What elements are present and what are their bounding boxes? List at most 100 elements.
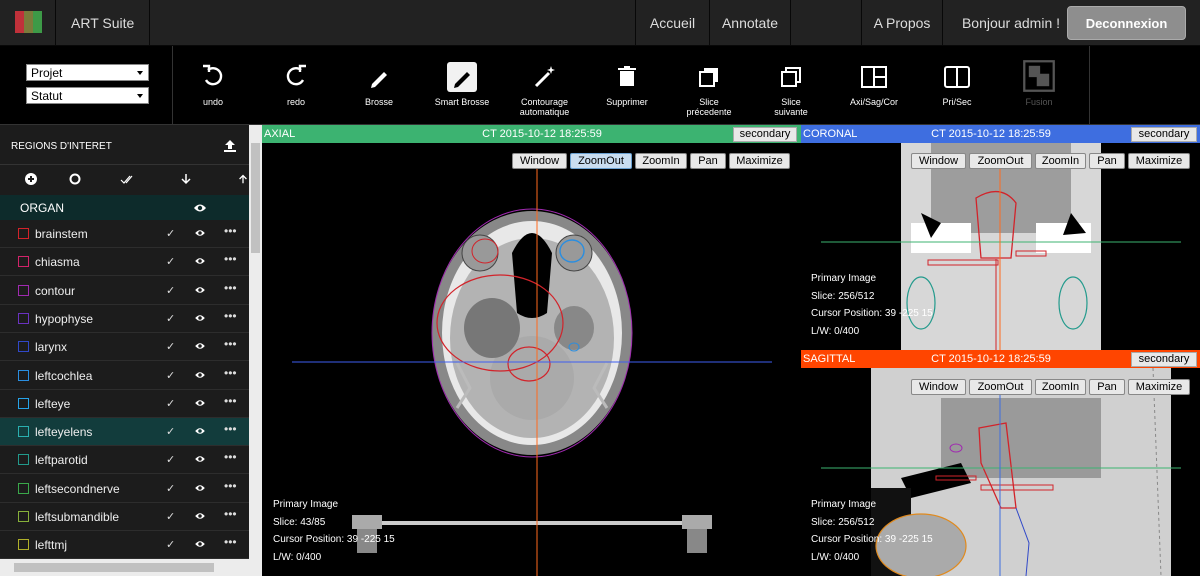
project-select[interactable]: Projet xyxy=(26,64,149,81)
app-logo[interactable] xyxy=(0,0,56,46)
next-slice-button[interactable]: Slice suivante xyxy=(761,46,821,125)
more-options-icon[interactable]: ••• xyxy=(224,224,237,238)
fusion-button[interactable]: Fusion xyxy=(1009,46,1069,125)
logout-button[interactable]: Deconnexion xyxy=(1067,6,1186,40)
more-options-icon[interactable]: ••• xyxy=(224,479,237,493)
eye-icon[interactable] xyxy=(194,286,206,294)
eye-icon[interactable] xyxy=(194,399,206,407)
check-icon[interactable]: ✓ xyxy=(166,227,175,240)
more-options-icon[interactable]: ••• xyxy=(224,252,237,266)
organ-row[interactable]: brainstem ✓ ••• xyxy=(0,220,249,248)
check-icon[interactable]: ✓ xyxy=(166,255,175,268)
add-region-icon[interactable] xyxy=(24,172,38,186)
pri-sec-button[interactable]: Pri/Sec xyxy=(927,46,987,125)
sagittal-maximize-button[interactable]: Maximize xyxy=(1128,379,1190,395)
sagittal-secondary-button[interactable]: secondary xyxy=(1131,352,1197,367)
nav-link-a-propos[interactable]: A Propos xyxy=(861,0,943,46)
app-title[interactable]: ART Suite xyxy=(56,0,151,46)
arrow-up-icon[interactable] xyxy=(237,172,249,186)
more-options-icon[interactable]: ••• xyxy=(224,281,237,295)
nav-link-annotate[interactable]: Annotate xyxy=(709,0,791,46)
eye-icon[interactable] xyxy=(194,257,206,265)
organ-color-swatch[interactable] xyxy=(18,284,29,296)
axial-secondary-button[interactable]: secondary xyxy=(733,127,797,142)
coronal-secondary-button[interactable]: secondary xyxy=(1131,127,1197,142)
auto-contour-button[interactable]: Contourage automatique xyxy=(507,46,582,125)
eye-icon[interactable] xyxy=(194,371,206,379)
organ-row[interactable]: lefteye ✓ ••• xyxy=(0,390,249,418)
check-icon[interactable]: ✓ xyxy=(166,397,175,410)
coronal-window-button[interactable]: Window xyxy=(911,153,966,169)
undo-button[interactable]: undo xyxy=(183,46,243,125)
coronal-zoomin-button[interactable]: ZoomIn xyxy=(1035,153,1086,169)
coronal-zoomout-button[interactable]: ZoomOut xyxy=(969,153,1032,169)
axial-zoomout-button[interactable]: ZoomOut xyxy=(570,153,632,169)
redo-button[interactable]: redo xyxy=(266,46,326,125)
sagittal-zoomin-button[interactable]: ZoomIn xyxy=(1035,379,1086,395)
check-icon[interactable]: ✓ xyxy=(166,284,175,297)
sagittal-pan-button[interactable]: Pan xyxy=(1089,379,1125,395)
organ-row[interactable]: leftsecondnerve ✓ ••• xyxy=(0,475,249,503)
organ-row[interactable]: larynx ✓ ••• xyxy=(0,333,249,362)
check-icon[interactable]: ✓ xyxy=(166,340,175,353)
coronal-viewer[interactable]: CORONAL CT 2015-10-12 18:25:59 secondary… xyxy=(801,125,1200,350)
axial-pan-button[interactable]: Pan xyxy=(690,153,726,169)
eye-icon[interactable] xyxy=(194,427,206,435)
organ-color-swatch[interactable] xyxy=(18,482,29,494)
more-options-icon[interactable]: ••• xyxy=(224,450,237,464)
axial-zoomin-button[interactable]: ZoomIn xyxy=(635,153,687,169)
organ-color-swatch[interactable] xyxy=(18,426,29,438)
organ-row[interactable]: lefttmj ✓ ••• xyxy=(0,531,249,560)
arrow-down-icon[interactable] xyxy=(179,172,193,186)
eye-icon[interactable] xyxy=(194,455,206,463)
delete-button[interactable]: Supprimer xyxy=(597,46,657,125)
check-icon[interactable]: ✓ xyxy=(166,369,175,382)
more-options-icon[interactable]: ••• xyxy=(224,366,237,380)
nav-link-accueil[interactable]: Accueil xyxy=(635,0,709,46)
more-options-icon[interactable]: ••• xyxy=(224,309,237,323)
coronal-pan-button[interactable]: Pan xyxy=(1089,153,1125,169)
sagittal-viewer[interactable]: SAGITTAL CT 2015-10-12 18:25:59 secondar… xyxy=(801,350,1200,576)
check-icon[interactable]: ✓ xyxy=(166,510,175,523)
scroll-thumb[interactable] xyxy=(251,143,260,253)
organ-color-swatch[interactable] xyxy=(18,539,29,551)
axial-viewer[interactable]: AXIAL CT 2015-10-12 18:25:59 secondary W… xyxy=(262,125,801,576)
organ-row[interactable]: lefteyelens ✓ ••• xyxy=(0,418,249,447)
check-icon[interactable]: ✓ xyxy=(166,482,175,495)
check-icon[interactable]: ✓ xyxy=(166,453,175,466)
refresh-icon[interactable] xyxy=(68,172,82,186)
check-icon[interactable]: ✓ xyxy=(166,425,175,438)
previous-slice-button[interactable]: Slice précedente xyxy=(679,46,739,125)
more-options-icon[interactable]: ••• xyxy=(224,394,237,408)
sidebar-horizontal-scrollbar[interactable] xyxy=(0,559,249,576)
sagittal-zoomout-button[interactable]: ZoomOut xyxy=(969,379,1032,395)
organ-color-swatch[interactable] xyxy=(18,454,29,466)
organ-color-swatch[interactable] xyxy=(18,397,29,409)
axial-maximize-button[interactable]: Maximize xyxy=(729,153,790,169)
organ-row[interactable]: hypophyse ✓ ••• xyxy=(0,305,249,333)
sidebar-vertical-scrollbar[interactable] xyxy=(249,125,262,576)
check-icon[interactable]: ✓ xyxy=(166,538,175,551)
scroll-thumb[interactable] xyxy=(14,563,214,572)
more-options-icon[interactable]: ••• xyxy=(224,422,237,436)
eye-icon[interactable] xyxy=(194,314,206,322)
eye-icon[interactable] xyxy=(194,229,206,237)
organ-row[interactable]: leftcochlea ✓ ••• xyxy=(0,362,249,390)
axi-sag-cor-button[interactable]: Axi/Sag/Cor xyxy=(843,46,905,125)
more-options-icon[interactable]: ••• xyxy=(224,337,237,351)
eye-icon[interactable] xyxy=(194,512,206,520)
organ-color-swatch[interactable] xyxy=(18,341,29,353)
coronal-maximize-button[interactable]: Maximize xyxy=(1128,153,1190,169)
organ-color-swatch[interactable] xyxy=(18,511,29,522)
eye-icon[interactable] xyxy=(194,540,206,548)
eye-icon[interactable] xyxy=(194,484,206,492)
smart-brush-button[interactable]: Smart Brosse xyxy=(432,46,492,125)
check-all-icon[interactable] xyxy=(120,172,136,186)
organ-row[interactable]: leftparotid ✓ ••• xyxy=(0,446,249,475)
upload-icon[interactable] xyxy=(223,139,237,153)
eye-icon[interactable] xyxy=(194,342,206,350)
more-options-icon[interactable]: ••• xyxy=(224,507,237,521)
eye-icon[interactable] xyxy=(193,203,207,213)
axial-window-button[interactable]: Window xyxy=(512,153,567,169)
organ-row[interactable]: chiasma ✓ ••• xyxy=(0,248,249,277)
